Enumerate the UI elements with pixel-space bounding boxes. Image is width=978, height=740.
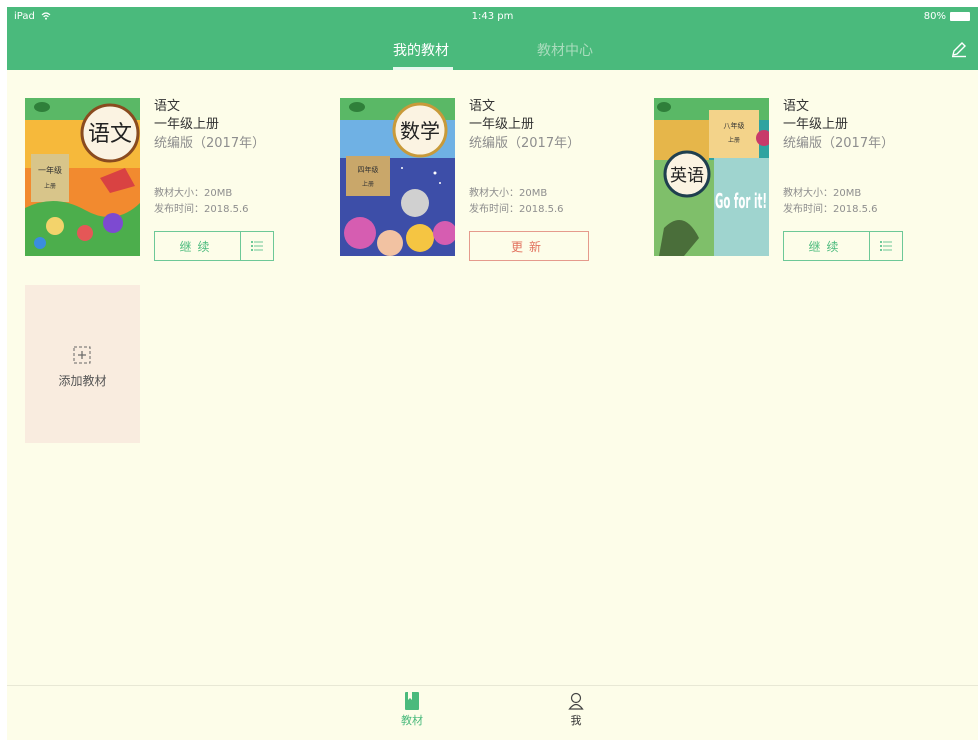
book-cover[interactable]: 八年级 上册 英语 Go for it! bbox=[654, 98, 769, 256]
active-tab-indicator bbox=[393, 67, 453, 70]
tab-bar: 我的教材 教材中心 bbox=[7, 35, 978, 70]
cover-title: 语文 bbox=[88, 122, 132, 147]
book-edition: 统编版（2017年） bbox=[469, 136, 581, 151]
book-info: 语文 一年级上册 统编版（2017年） 教材大小：20MB 发布时间：2018.… bbox=[783, 98, 978, 261]
book-edition: 统编版（2017年） bbox=[783, 136, 895, 151]
book-size: 教材大小：20MB bbox=[154, 188, 233, 199]
book-card: 语文 一年级 上册 语文 一年级上册 统编版（2017年） 教材大小：20MB … bbox=[25, 98, 325, 261]
add-textbook-card[interactable]: 添加教材 bbox=[25, 285, 140, 443]
cover-title: 英语 bbox=[670, 166, 704, 186]
list-button[interactable] bbox=[869, 231, 903, 261]
book-info: 语文 一年级上册 统编版（2017年） 教材大小：20MB 发布时间：2018.… bbox=[154, 98, 354, 261]
book-card: 数学 四年级 上册 语文 一年级上册 统编版（2017年） 教材大小：20MB … bbox=[340, 98, 640, 261]
bottom-tab-books-label: 教材 bbox=[401, 714, 423, 727]
add-textbook-label: 添加教材 bbox=[58, 374, 107, 388]
app-frame: iPad 1:43 pm 80% 我的教材 教材中心 语文 一年级 上册 语文 … bbox=[7, 7, 978, 740]
list-icon bbox=[251, 241, 263, 251]
english-cover-art: 八年级 上册 英语 Go for it! bbox=[654, 98, 769, 256]
book-actions: 继续 bbox=[154, 231, 274, 261]
battery-percent: 80% bbox=[923, 11, 946, 22]
cover-term: 上册 bbox=[44, 182, 56, 190]
book-subject: 语文 bbox=[783, 99, 810, 114]
book-subject: 语文 bbox=[154, 99, 181, 114]
cover-grade: 一年级 bbox=[38, 165, 62, 175]
book-grade: 一年级上册 bbox=[783, 117, 849, 132]
book-edition: 统编版（2017年） bbox=[154, 136, 266, 151]
book-size: 教材大小：20MB bbox=[783, 188, 862, 199]
status-bar: iPad 1:43 pm 80% bbox=[7, 7, 978, 27]
book-cover[interactable]: 数学 四年级 上册 bbox=[340, 98, 455, 256]
book-grade: 一年级上册 bbox=[154, 117, 220, 132]
status-right: 80% bbox=[924, 11, 970, 22]
book-cover[interactable]: 语文 一年级 上册 bbox=[25, 98, 140, 256]
book-actions: 继续 bbox=[783, 231, 903, 261]
continue-button[interactable]: 继续 bbox=[783, 231, 869, 261]
book-date: 发布时间：2018.5.6 bbox=[469, 204, 564, 215]
cover-term: 上册 bbox=[728, 136, 740, 144]
book-date: 发布时间：2018.5.6 bbox=[783, 204, 878, 215]
cover-grade: 四年级 bbox=[358, 165, 379, 174]
chinese-cover-art: 语文 一年级 上册 bbox=[25, 98, 140, 256]
add-icon bbox=[73, 346, 91, 364]
book-info: 语文 一年级上册 统编版（2017年） 教材大小：20MB 发布时间：2018.… bbox=[469, 98, 669, 261]
book-grade: 一年级上册 bbox=[469, 117, 535, 132]
book-size: 教材大小：20MB bbox=[469, 188, 548, 199]
edit-pencil-icon[interactable] bbox=[950, 40, 968, 58]
bottom-tab-bar: 教材 我 bbox=[7, 685, 978, 740]
book-card: 八年级 上册 英语 Go for it! 语文 一年级上册 统编版（2017年）… bbox=[654, 98, 954, 261]
bottom-tab-me-label: 我 bbox=[570, 714, 582, 727]
book-subject: 语文 bbox=[469, 99, 496, 114]
person-icon bbox=[568, 692, 584, 710]
cover-title: 数学 bbox=[400, 119, 440, 143]
cover-grade: 八年级 bbox=[724, 121, 745, 130]
update-button[interactable]: 更新 bbox=[469, 231, 589, 261]
status-time: 1:43 pm bbox=[471, 11, 514, 22]
list-icon bbox=[880, 241, 892, 251]
book-icon bbox=[405, 692, 419, 710]
bottom-tab-books[interactable]: 教材 bbox=[392, 692, 432, 728]
cover-slogan: Go for it! bbox=[715, 189, 767, 213]
book-date: 发布时间：2018.5.6 bbox=[154, 204, 249, 215]
tab-textbook-center[interactable]: 教材中心 bbox=[537, 40, 593, 60]
math-cover-art: 数学 四年级 上册 bbox=[340, 98, 455, 256]
list-button[interactable] bbox=[240, 231, 274, 261]
bottom-tab-me[interactable]: 我 bbox=[556, 692, 596, 728]
battery-icon bbox=[950, 12, 970, 21]
top-bar: iPad 1:43 pm 80% 我的教材 教材中心 bbox=[7, 7, 978, 70]
continue-button[interactable]: 继续 bbox=[154, 231, 240, 261]
tab-my-textbooks[interactable]: 我的教材 bbox=[393, 40, 449, 60]
cover-term: 上册 bbox=[362, 180, 374, 188]
